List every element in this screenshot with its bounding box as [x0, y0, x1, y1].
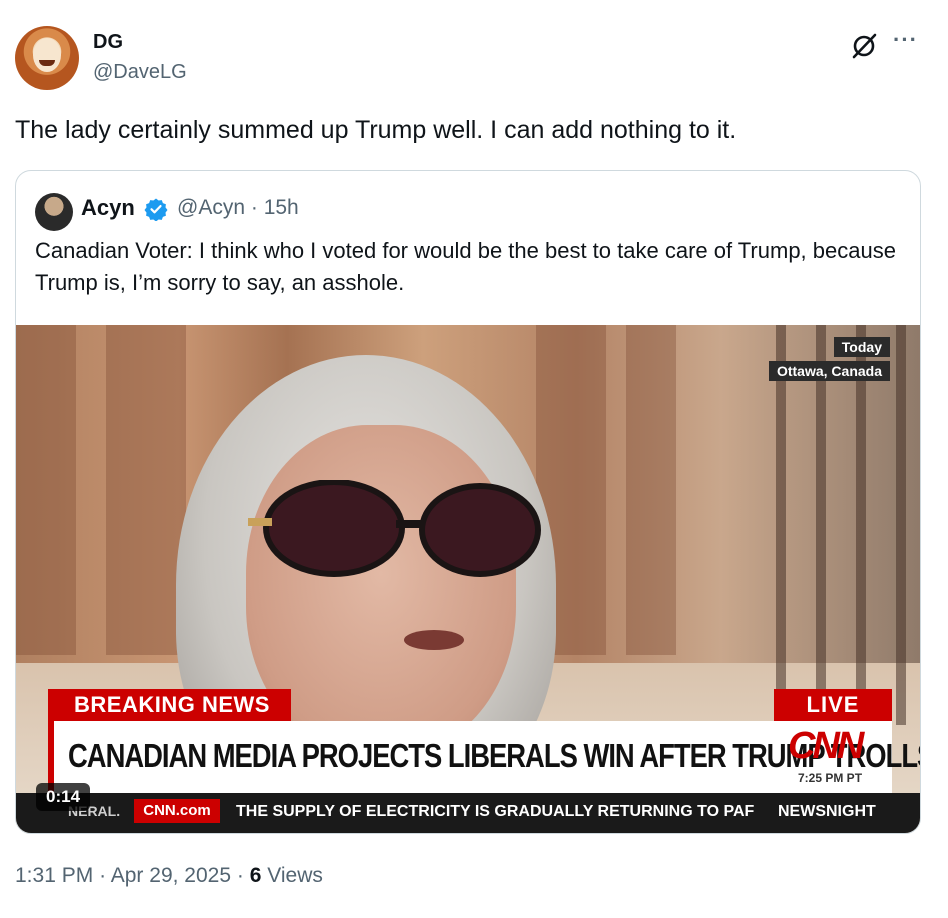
- woman-mouth: [404, 630, 464, 650]
- quoted-author-name[interactable]: Acyn: [81, 195, 135, 221]
- more-icon[interactable]: ···: [893, 29, 918, 51]
- footer-separator: ·: [236, 864, 244, 887]
- bg-pillar: [626, 325, 676, 655]
- bg-trees: [746, 325, 920, 725]
- location-city-tag: Ottawa, Canada: [768, 361, 890, 381]
- quoted-author-handle[interactable]: @Acyn: [177, 196, 245, 219]
- sunglasses: [248, 480, 541, 577]
- breaking-news-banner: BREAKING NEWS: [48, 689, 291, 721]
- bg-pillar: [106, 325, 186, 655]
- tweet-time[interactable]: 1:31 PM: [15, 864, 93, 887]
- views-count[interactable]: 6: [250, 864, 262, 887]
- author-handle[interactable]: @DaveLG: [93, 61, 187, 84]
- footer-separator: ·: [99, 864, 107, 887]
- quoted-age[interactable]: 15h: [264, 196, 299, 219]
- video-player[interactable]: Today Ottawa, Canada BREAKING NEWS LIVE …: [16, 325, 920, 833]
- tweet-footer: 1:31 PM · Apr 29, 2025 · 6 Views: [15, 864, 323, 888]
- views-label: Views: [267, 864, 323, 887]
- broadcast-time: 7:25 PM PT: [798, 771, 863, 785]
- quoted-author-avatar[interactable]: [35, 193, 73, 231]
- meta-separator: ·: [250, 196, 258, 219]
- bg-pillar: [16, 325, 76, 655]
- location-date-tag: Today: [833, 337, 890, 357]
- avatar-face: [33, 38, 61, 72]
- video-duration: 0:14: [36, 783, 91, 811]
- grok-icon[interactable]: [848, 30, 880, 62]
- live-badge: LIVE: [774, 689, 892, 721]
- quoted-meta: @Acyn · 15h: [177, 196, 299, 220]
- quoted-tweet[interactable]: Acyn @Acyn · 15h Canadian Voter: I think…: [15, 170, 921, 834]
- verified-badge-icon: [144, 198, 168, 221]
- author-avatar[interactable]: [15, 26, 79, 90]
- author-name[interactable]: DG: [93, 31, 123, 54]
- cnn-logo: CNN: [788, 725, 864, 767]
- tweet-date[interactable]: Apr 29, 2025: [111, 864, 231, 887]
- tweet-text: The lady certainly summed up Trump well.…: [15, 116, 737, 144]
- cnn-com-badge: CNN.com: [134, 799, 220, 823]
- ticker-text: THE SUPPLY OF ELECTRICITY IS GRADUALLY R…: [236, 803, 755, 820]
- quoted-text: Canadian Voter: I think who I voted for …: [35, 238, 896, 295]
- show-name: NEWSNIGHT: [778, 803, 876, 820]
